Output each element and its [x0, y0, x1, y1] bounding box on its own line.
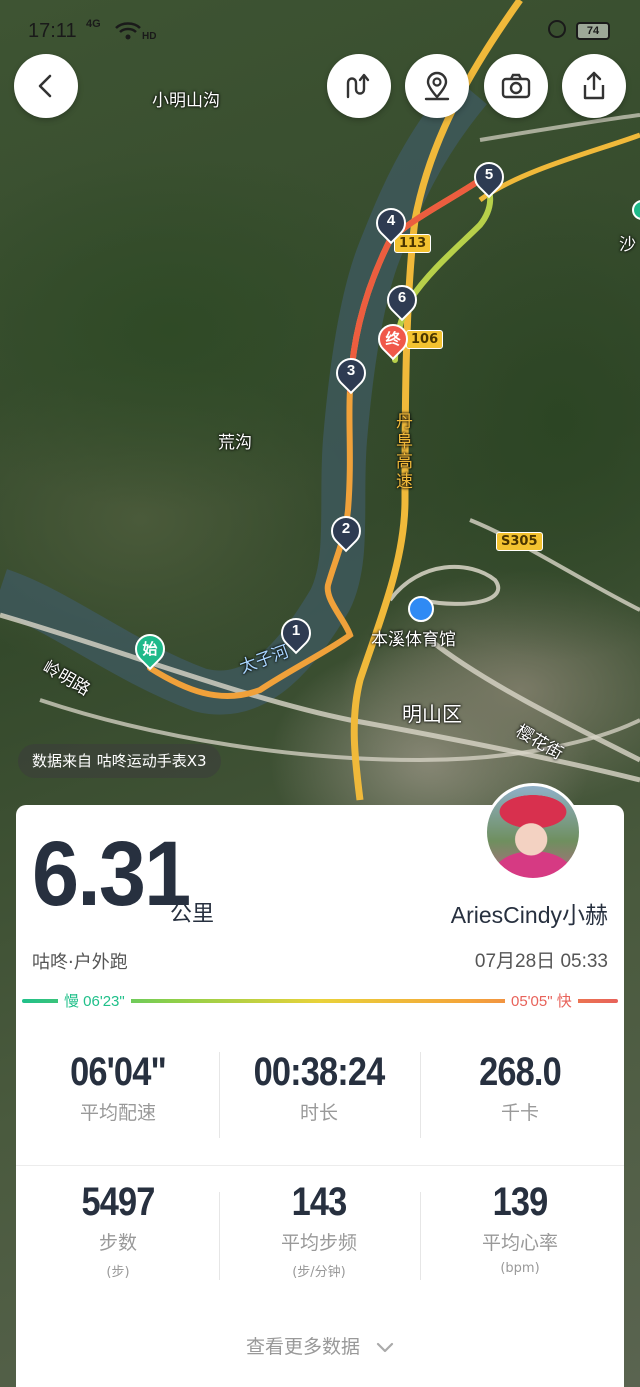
- stat-unit: (bpm): [500, 1261, 540, 1276]
- chevron-left-icon: [38, 74, 52, 98]
- stat-heart-rate: 139 平均心率 (bpm): [420, 1180, 620, 1276]
- wifi-icon: HD: [114, 20, 160, 47]
- map-label-huanggou: 荒沟: [218, 433, 252, 453]
- divider: [219, 1192, 220, 1280]
- data-source-chip: 数据来自 咕咚运动手表X3: [18, 744, 221, 778]
- stat-label: 时长: [299, 1102, 338, 1124]
- km-marker-1[interactable]: 1: [274, 611, 318, 658]
- pace-fast-label: 05'05" 快: [505, 990, 578, 1011]
- km-marker-6[interactable]: 6: [380, 278, 424, 325]
- status-bar: 17:11 4G HD 74: [0, 0, 640, 64]
- avatar[interactable]: [484, 783, 582, 881]
- activity-type: 咕咚·户外跑: [32, 952, 128, 973]
- back-button[interactable]: [14, 54, 78, 118]
- stat-label: 千卡: [500, 1102, 539, 1124]
- stat-avg-pace: 06'04" 平均配速: [18, 1050, 218, 1125]
- view-more-label: 查看更多数据: [245, 1336, 360, 1358]
- svg-text:HD: HD: [142, 31, 156, 42]
- stat-label: 平均心率: [481, 1232, 558, 1254]
- stat-unit: (步): [106, 1265, 130, 1280]
- stat-cadence: 143 平均步频 (步/分钟): [219, 1180, 419, 1280]
- divider: [420, 1192, 421, 1280]
- stat-value: 268.0: [479, 1050, 562, 1094]
- location-button[interactable]: [405, 54, 469, 118]
- status-time: 17:11: [28, 20, 77, 42]
- route-icon: [346, 73, 370, 99]
- stat-value: 139: [492, 1180, 549, 1224]
- activity-date: 07月28日 05:33: [474, 951, 608, 972]
- stat-label: 平均配速: [79, 1102, 156, 1124]
- stat-value: 06'04": [70, 1050, 167, 1094]
- share-button[interactable]: [562, 54, 626, 118]
- stat-label: 平均步频: [280, 1232, 357, 1254]
- km-marker-4[interactable]: 4: [369, 201, 413, 248]
- network-icon: 4G: [86, 18, 101, 30]
- distance-value: 6.31: [32, 823, 191, 925]
- end-marker[interactable]: 终: [371, 317, 415, 364]
- battery-icon: 74: [576, 22, 610, 40]
- map-label-benxi-stadium: 本溪体育馆: [371, 630, 456, 650]
- view-more-data-button[interactable]: 查看更多数据: [0, 1332, 640, 1359]
- divider: [420, 1052, 421, 1138]
- stat-label: 步数: [98, 1232, 137, 1254]
- divider: [16, 1165, 624, 1166]
- username[interactable]: AriesCindy小赫: [451, 896, 608, 930]
- stat-steps: 5497 步数 (步): [18, 1180, 218, 1280]
- km-marker-5[interactable]: 5: [467, 155, 511, 202]
- stadium-icon: [408, 596, 434, 622]
- stat-value: 00:38:24: [253, 1050, 386, 1094]
- camera-button[interactable]: [484, 54, 548, 118]
- divider: [219, 1052, 220, 1138]
- route-replay-button[interactable]: [327, 54, 391, 118]
- location-pin-icon: [424, 71, 450, 101]
- distance-unit: 公里: [170, 902, 215, 927]
- map-label-danfu-expressway: 丹阜高速: [396, 412, 413, 492]
- stat-value: 5497: [81, 1180, 155, 1224]
- km-marker-3[interactable]: 3: [329, 351, 373, 398]
- rotation-lock-icon: [548, 20, 566, 38]
- road-shield-106: 106: [406, 330, 444, 349]
- map-label-mingshan-district: 明山区: [402, 702, 462, 726]
- stat-value: 143: [291, 1180, 348, 1224]
- km-marker-2[interactable]: 2: [324, 509, 368, 556]
- pace-slow-label: 慢 06'23": [58, 990, 131, 1011]
- camera-icon: [501, 73, 531, 99]
- map-label-xiaoming: 小明山沟: [152, 91, 220, 111]
- share-icon: [583, 71, 605, 100]
- road-shield-s305: S305: [496, 532, 543, 551]
- start-marker[interactable]: 始: [128, 627, 172, 674]
- stat-unit: (步/分钟): [292, 1265, 346, 1280]
- map-label-sha: 沙: [619, 235, 636, 255]
- stat-duration: 00:38:24 时长: [219, 1050, 419, 1125]
- chevron-down-icon: [376, 1342, 394, 1352]
- stat-calories: 268.0 千卡: [420, 1050, 620, 1125]
